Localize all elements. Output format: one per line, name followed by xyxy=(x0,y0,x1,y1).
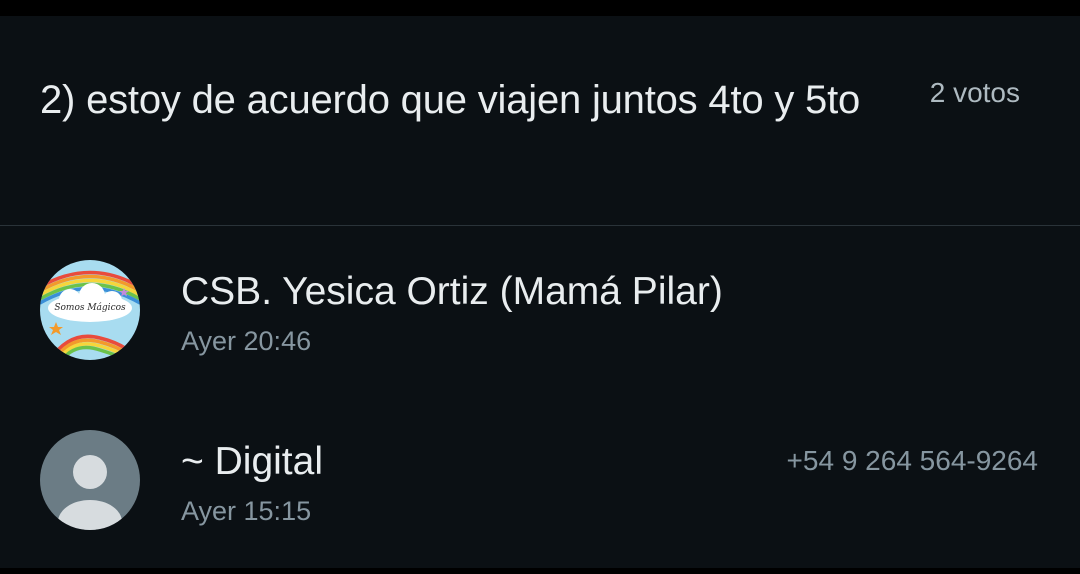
vote-timestamp: Ayer 15:15 xyxy=(181,496,312,526)
voter-phone-number: +54 9 264 564-9264 xyxy=(786,445,1038,476)
vote-timestamp: Ayer 20:46 xyxy=(181,326,312,356)
voter-row[interactable]: Somos Mágicos CSB. Yesica Ortiz (Mamá Pi… xyxy=(0,246,1080,396)
avatar[interactable] xyxy=(40,430,140,530)
voter-name: ~ Digital xyxy=(181,440,323,483)
voter-row[interactable]: ~ Digital Ayer 15:15 +54 9 264 564-9264 xyxy=(0,416,1080,566)
poll-option-header: 2) estoy de acuerdo que viajen juntos 4t… xyxy=(0,16,1080,225)
vote-count: 2 votos xyxy=(929,77,1020,108)
poll-option-text: 2) estoy de acuerdo que viajen juntos 4t… xyxy=(40,78,861,122)
avatar-logo-text: Somos Mágicos xyxy=(54,302,126,313)
divider xyxy=(0,225,1080,226)
voter-name: CSB. Yesica Ortiz (Mamá Pilar) xyxy=(181,270,723,313)
poll-votes-screen: 2) estoy de acuerdo que viajen juntos 4t… xyxy=(0,16,1080,568)
avatar[interactable]: Somos Mágicos xyxy=(40,260,140,360)
default-person-avatar-icon xyxy=(40,430,140,530)
rainbow-avatar-icon: Somos Mágicos xyxy=(40,260,140,360)
